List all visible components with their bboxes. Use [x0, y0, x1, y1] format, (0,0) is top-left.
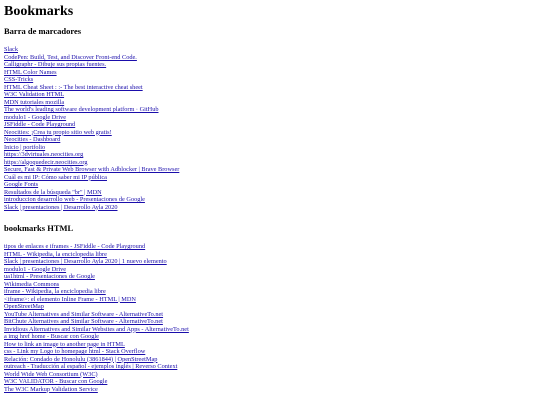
bookmarks-page: Bookmarks Barra de marcadores Slack CodePe… — [0, 0, 540, 393]
list-item: Slack — [4, 46, 536, 54]
bookmark-list: tipos de enlaces e iframes - JSFiddle - … — [4, 243, 536, 393]
list-item: ua1html - Presentaciones de Google — [4, 273, 536, 281]
bookmark-link[interactable]: Inicio | portfolio — [4, 144, 45, 151]
bookmark-link[interactable]: a img href home - Buscar con Google — [4, 333, 99, 340]
list-item: Secure, Fast & Private Web Browser with … — [4, 166, 536, 174]
bookmark-link[interactable]: outreach - Traducción al español - ejemp… — [4, 363, 177, 370]
list-item: World Wide Web Consortium (W3C) — [4, 371, 536, 379]
list-item: HTML Cheat Sheet : :- The best interacti… — [4, 84, 536, 92]
list-item: HTML Color Names — [4, 69, 536, 77]
list-item: CodePen: Build, Test, and Discover Front… — [4, 54, 536, 62]
list-item: tipos de enlaces e iframes - JSFiddle - … — [4, 243, 536, 251]
list-item: MDN tutoriales mozilla — [4, 99, 536, 107]
list-item: W3C Validation HTML — [4, 91, 536, 99]
bookmark-list: Slack CodePen: Build, Test, and Discover … — [4, 46, 536, 211]
list-item: Resultados de la búsqueda "br" | MDN — [4, 189, 536, 197]
list-item: Neocities: ¡Crea tu propio sitio web gra… — [4, 129, 536, 137]
bookmark-link[interactable]: HTML Color Names — [4, 69, 57, 76]
bookmark-link[interactable]: CodePen: Build, Test, and Discover Front… — [4, 54, 137, 61]
bookmark-link[interactable]: YouTube Alternatives and Similar Softwar… — [4, 311, 163, 318]
list-item: HTML - Wikipedia, la enciclopedia libre — [4, 251, 536, 259]
section-heading: bookmarks HTML — [4, 223, 74, 233]
list-item: Relación: Condado de Honolulu (3861844) … — [4, 356, 536, 364]
list-item: introduccion desarrollo web - Presentaci… — [4, 196, 536, 204]
bookmark-link[interactable]: Secure, Fast & Private Web Browser with … — [4, 166, 179, 173]
bookmark-link[interactable]: HTML Cheat Sheet : :- The best interacti… — [4, 84, 143, 91]
bookmark-link[interactable]: ua1html - Presentaciones de Google — [4, 273, 95, 280]
bookmark-sections: Barra de marcadores Slack CodePen: Build, … — [4, 26, 536, 393]
bookmark-link[interactable]: iframe - Wikipedia, la enciclopedia libr… — [4, 288, 106, 295]
bookmark-link[interactable]: modulo1 - Google Drive — [4, 266, 66, 273]
list-item: outreach - Traducción al español - ejemp… — [4, 363, 536, 371]
list-item: https://algoquedecir.neocities.org — [4, 159, 536, 167]
bookmark-link[interactable]: Slack | presentaciones | Desarrollo Ayla… — [4, 204, 118, 211]
list-item: BitChute Alternatives and Similar Softwa… — [4, 318, 536, 326]
list-item: How to link an image to another page in … — [4, 341, 536, 349]
list-item: Slack | presentaciones | Desarrollo Ayla… — [4, 258, 536, 266]
bookmark-link[interactable]: <iframe>: el elemento Inline Frame - HTM… — [4, 296, 136, 303]
bookmark-link[interactable]: Cuál es mi IP: Cómo saber mi IP pública — [4, 174, 107, 181]
bookmark-link[interactable]: W3C VALIDATOR - Buscar con Google — [4, 378, 107, 385]
bookmark-link[interactable]: Invidious Alternatives and Similar Websi… — [4, 326, 189, 333]
bookmark-link[interactable]: css - Link my Logo to homepage html - St… — [4, 348, 145, 355]
list-item: iframe - Wikipedia, la enciclopedia libr… — [4, 288, 536, 296]
bookmark-link[interactable]: https://3dvirtuales.neocities.org — [4, 151, 83, 158]
bookmark-link[interactable]: Resultados de la búsqueda "br" | MDN — [4, 189, 102, 196]
bookmark-link[interactable]: modulo1 - Google Drive — [4, 114, 66, 121]
list-item: Google Fonts — [4, 181, 536, 189]
list-item: css - Link my Logo to homepage html - St… — [4, 348, 536, 356]
page-title: Bookmarks — [4, 4, 74, 19]
list-item: W3C VALIDATOR - Buscar con Google — [4, 378, 536, 386]
bookmark-link[interactable]: Neocities - Dashboard — [4, 136, 60, 143]
list-item: modulo1 - Google Drive — [4, 114, 536, 122]
bookmark-link[interactable]: tipos de enlaces e iframes - JSFiddle - … — [4, 243, 145, 250]
bookmark-link[interactable]: W3C Validation HTML — [4, 91, 64, 98]
bookmark-link[interactable]: OpenStreetMap — [4, 303, 44, 310]
bookmark-link[interactable]: Slack | presentaciones | Desarrollo Ayla… — [4, 258, 167, 265]
bookmark-link[interactable]: Slack — [4, 46, 18, 53]
list-item: https://3dvirtuales.neocities.org — [4, 151, 536, 159]
bookmark-link[interactable]: Relación: Condado de Honolulu (3861844) … — [4, 356, 157, 363]
list-item: JSFiddle - Code Playground — [4, 121, 536, 129]
list-item: The world's leading software development… — [4, 106, 536, 114]
bookmark-link[interactable]: Neocities: ¡Crea tu propio sitio web gra… — [4, 129, 112, 136]
list-item: a img href home - Buscar con Google — [4, 333, 536, 341]
list-item: Calligraphr - Dibuje sus propias fuentes… — [4, 61, 536, 69]
bookmark-link[interactable]: JSFiddle - Code Playground — [4, 121, 75, 128]
bookmark-link[interactable]: BitChute Alternatives and Similar Softwa… — [4, 318, 163, 325]
list-item: YouTube Alternatives and Similar Softwar… — [4, 311, 536, 319]
section-heading: Barra de marcadores — [4, 26, 82, 36]
list-item: CSS-Tricks — [4, 76, 536, 84]
bookmark-link[interactable]: The W3C Markup Validation Service — [4, 386, 98, 393]
bookmark-link[interactable]: Calligraphr - Dibuje sus propias fuentes… — [4, 61, 106, 68]
list-item: Slack | presentaciones | Desarrollo Ayla… — [4, 204, 536, 212]
bookmark-link[interactable]: Wikimedia Commons — [4, 281, 59, 288]
list-item: modulo1 - Google Drive — [4, 266, 536, 274]
bookmark-link[interactable]: introduccion desarrollo web - Presentaci… — [4, 196, 145, 203]
list-item: The W3C Markup Validation Service — [4, 386, 536, 394]
list-item: Wikimedia Commons — [4, 281, 536, 289]
bookmark-link[interactable]: How to link an image to another page in … — [4, 341, 125, 348]
list-item: Neocities - Dashboard — [4, 136, 536, 144]
bookmark-link[interactable]: MDN tutoriales mozilla — [4, 99, 64, 106]
bookmark-link[interactable]: HTML - Wikipedia, la enciclopedia libre — [4, 251, 107, 258]
bookmark-link[interactable]: World Wide Web Consortium (W3C) — [4, 371, 98, 378]
bookmark-link[interactable]: CSS-Tricks — [4, 76, 33, 83]
list-item: Cuál es mi IP: Cómo saber mi IP pública — [4, 174, 536, 182]
list-item: <iframe>: el elemento Inline Frame - HTM… — [4, 296, 536, 304]
bookmark-link[interactable]: https://algoquedecir.neocities.org — [4, 159, 87, 166]
bookmark-link[interactable]: The world's leading software development… — [4, 106, 159, 113]
list-item: Invidious Alternatives and Similar Websi… — [4, 326, 536, 334]
list-item: OpenStreetMap — [4, 303, 536, 311]
list-item: Inicio | portfolio — [4, 144, 536, 152]
bookmark-link[interactable]: Google Fonts — [4, 181, 38, 188]
